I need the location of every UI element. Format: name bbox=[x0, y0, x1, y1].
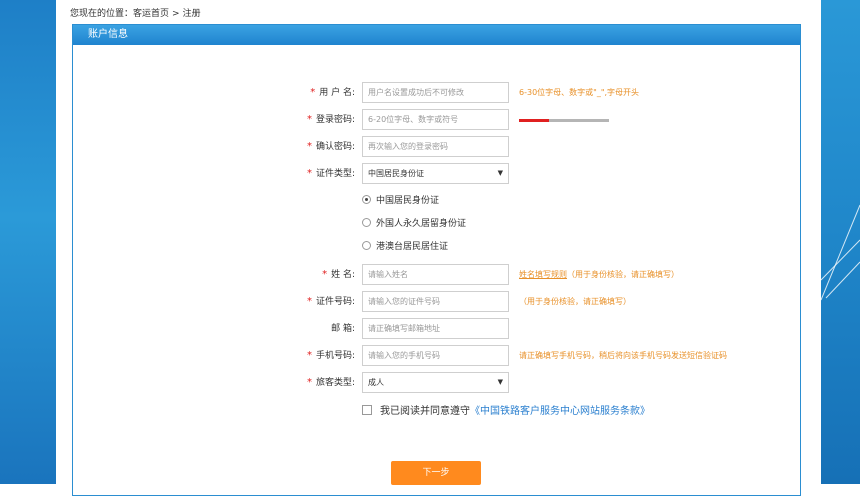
id-type-label: * 证件类型: bbox=[307, 163, 355, 185]
chevron-down-icon: ▼ bbox=[497, 169, 503, 177]
username-input[interactable]: 用户名设置成功后不可修改 bbox=[362, 82, 509, 103]
required-mark: * bbox=[306, 168, 312, 179]
id-option-1-label: 中国居民身份证 bbox=[376, 196, 440, 206]
required-mark: * bbox=[306, 141, 312, 152]
panel-title: 账户信息 bbox=[73, 25, 800, 45]
strength-bar-2 bbox=[549, 119, 579, 122]
password-label: * 登录密码: bbox=[307, 109, 355, 131]
id-type-select[interactable]: 中国居民身份证 ▼ bbox=[362, 163, 509, 184]
required-mark: * bbox=[306, 377, 312, 388]
email-label: 邮 箱: bbox=[331, 324, 355, 334]
id-option-3-label: 港澳台居民居住证 bbox=[376, 242, 449, 252]
strength-bar-1 bbox=[519, 119, 549, 122]
id-type-label-text: 证件类型: bbox=[315, 169, 355, 179]
breadcrumb-prefix: 您现在的位置： bbox=[70, 9, 134, 19]
required-mark: * bbox=[306, 296, 312, 307]
phone-row: * 手机号码: 请输入您的手机号码 请正确填写手机号码，稍后将向该手机号码发送短信… bbox=[73, 345, 800, 367]
username-hint: 6-30位字母、数字或"_",字母开头 bbox=[519, 88, 640, 97]
radio-icon[interactable] bbox=[362, 218, 371, 227]
breadcrumb-home-link[interactable]: 客运首页 bbox=[133, 9, 169, 19]
phone-input[interactable]: 请输入您的手机号码 bbox=[362, 345, 509, 366]
radio-checked-icon[interactable] bbox=[362, 195, 371, 204]
username-label: * 用 户 名: bbox=[310, 82, 355, 104]
right-decor-band bbox=[821, 0, 860, 484]
radio-icon[interactable] bbox=[362, 241, 371, 250]
phone-label-text: 手机号码: bbox=[315, 351, 355, 361]
decor-lines-icon bbox=[821, 204, 860, 301]
email-row: 邮 箱: 请正确填写邮箱地址 bbox=[73, 318, 800, 340]
id-number-label: * 证件号码: bbox=[307, 291, 355, 313]
confirm-password-row: * 确认密码: 再次输入您的登录密码 bbox=[73, 136, 800, 158]
breadcrumb: 您现在的位置：客运首页 > 注册 bbox=[70, 6, 201, 19]
required-mark: * bbox=[306, 350, 312, 361]
name-row: * 姓 名: 请输入姓名 姓名填写规则（用于身份核验，请正确填写） bbox=[73, 264, 800, 286]
passenger-type-label-text: 旅客类型: bbox=[315, 378, 355, 388]
password-input[interactable]: 6-20位字母、数字或符号 bbox=[362, 109, 509, 130]
username-row: * 用 户 名: 用户名设置成功后不可修改 6-30位字母、数字或"_",字母开头 bbox=[73, 82, 800, 104]
account-panel: 账户信息 * 用 户 名: 用户名设置成功后不可修改 6-30位字母、数字或"_"… bbox=[72, 24, 801, 496]
confirm-password-label-text: 确认密码: bbox=[315, 142, 355, 152]
password-label-text: 登录密码: bbox=[315, 115, 355, 125]
agreement-text: 我已阅读并同意遵守 bbox=[380, 406, 470, 417]
id-type-value: 中国居民身份证 bbox=[368, 169, 424, 178]
required-mark: * bbox=[310, 87, 316, 98]
required-mark: * bbox=[322, 269, 328, 280]
name-hint: 姓名填写规则（用于身份核验，请正确填写） bbox=[519, 264, 679, 286]
id-number-input[interactable]: 请输入您的证件号码 bbox=[362, 291, 509, 312]
strength-bar-3 bbox=[579, 119, 609, 122]
phone-hint: 请正确填写手机号码，稍后将向该手机号码发送短信验证码 bbox=[519, 351, 727, 360]
id-option-3[interactable]: 港澳台居民居住证 bbox=[362, 239, 448, 255]
id-option-2-label: 外国人永久居留身份证 bbox=[376, 219, 467, 229]
username-label-text: 用 户 名: bbox=[319, 88, 355, 98]
next-button[interactable]: 下一步 bbox=[391, 461, 481, 485]
passenger-type-value: 成人 bbox=[368, 378, 384, 387]
page: 您现在的位置：客运首页 > 注册 账户信息 * 用 户 名: 用户名设置成功后不可修改… bbox=[56, 0, 821, 496]
terms-link[interactable]: 《中国铁路客户服务中心网站服务条款》 bbox=[470, 406, 650, 417]
passenger-type-select[interactable]: 成人 ▼ bbox=[362, 372, 509, 393]
name-label: * 姓 名: bbox=[322, 264, 355, 286]
name-hint-text: （用于身份核验，请正确填写） bbox=[567, 270, 679, 279]
password-strength-meter bbox=[519, 119, 609, 122]
chevron-down-icon: ▼ bbox=[497, 378, 503, 386]
confirm-password-input[interactable]: 再次输入您的登录密码 bbox=[362, 136, 509, 157]
name-rule-link[interactable]: 姓名填写规则 bbox=[519, 270, 567, 279]
agreement-checkbox[interactable] bbox=[362, 405, 372, 415]
name-input[interactable]: 请输入姓名 bbox=[362, 264, 509, 285]
phone-label: * 手机号码: bbox=[307, 345, 355, 367]
required-mark: * bbox=[306, 114, 312, 125]
name-label-text: 姓 名: bbox=[331, 270, 355, 280]
breadcrumb-current: 注册 bbox=[182, 9, 201, 19]
id-number-hint: （用于身份核验，请正确填写） bbox=[519, 297, 631, 306]
id-option-1[interactable]: 中国居民身份证 bbox=[362, 193, 439, 209]
id-option-2[interactable]: 外国人永久居留身份证 bbox=[362, 216, 466, 232]
id-number-label-text: 证件号码: bbox=[315, 297, 355, 307]
email-input[interactable]: 请正确填写邮箱地址 bbox=[362, 318, 509, 339]
agreement-row: 我已阅读并同意遵守《中国铁路客户服务中心网站服务条款》 bbox=[362, 403, 650, 421]
id-number-row: * 证件号码: 请输入您的证件号码 （用于身份核验，请正确填写） bbox=[73, 291, 800, 313]
passenger-type-row: * 旅客类型: 成人 ▼ bbox=[73, 372, 800, 394]
left-decor-band bbox=[0, 0, 56, 484]
password-row: * 登录密码: 6-20位字母、数字或符号 bbox=[73, 109, 800, 131]
confirm-password-label: * 确认密码: bbox=[307, 136, 355, 158]
breadcrumb-separator: > bbox=[172, 9, 180, 19]
passenger-type-label: * 旅客类型: bbox=[307, 372, 355, 394]
id-type-row: * 证件类型: 中国居民身份证 ▼ bbox=[73, 163, 800, 185]
